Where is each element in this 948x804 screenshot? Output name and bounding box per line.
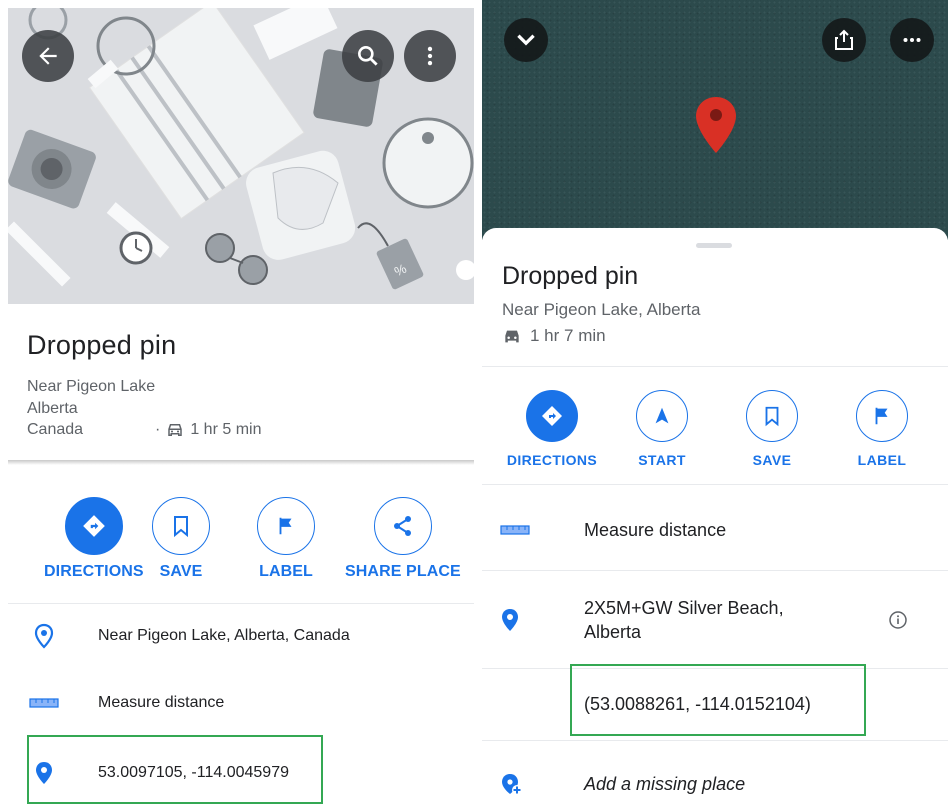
add-place-row-icon bbox=[482, 772, 584, 796]
back-button[interactable] bbox=[22, 30, 74, 82]
add-missing-place-text: Add a missing place bbox=[584, 774, 746, 794]
separator-dot: · bbox=[155, 421, 161, 438]
label-label: LABEL bbox=[259, 563, 313, 580]
save-circle bbox=[746, 390, 798, 442]
share-button[interactable] bbox=[822, 18, 866, 62]
place-title: Dropped pin bbox=[502, 262, 639, 290]
ruler-icon bbox=[29, 698, 59, 708]
add-place-icon bbox=[502, 774, 522, 795]
location-pin-icon bbox=[502, 609, 518, 631]
address-line-1: Near Pigeon Lake bbox=[27, 378, 156, 395]
save-button[interactable]: SAVE bbox=[717, 390, 827, 468]
address-row-text: Near Pigeon Lake, Alberta, Canada bbox=[98, 627, 350, 644]
share-upload-icon bbox=[835, 29, 853, 50]
plus-code-row[interactable]: 2X5M+GW Silver Beach, Alberta bbox=[482, 592, 948, 648]
measure-distance-row[interactable]: Measure distance bbox=[8, 673, 474, 733]
divider bbox=[8, 603, 474, 604]
more-options-button[interactable] bbox=[404, 30, 456, 82]
back-arrow-icon bbox=[39, 47, 57, 65]
bookmark-icon bbox=[765, 406, 779, 427]
plus-code-row-icon bbox=[482, 607, 584, 633]
right-place-panel: Dropped pin Near Pigeon Lake, Alberta 1 … bbox=[482, 0, 948, 804]
place-illustration: % bbox=[8, 8, 474, 304]
divider bbox=[482, 570, 948, 571]
place-title: Dropped pin bbox=[27, 330, 177, 360]
label-circle bbox=[257, 497, 315, 555]
search-button[interactable] bbox=[342, 30, 394, 82]
ruler-icon bbox=[500, 525, 530, 535]
add-missing-place-row[interactable]: Add a missing place bbox=[482, 764, 948, 804]
save-button[interactable]: SAVE bbox=[152, 497, 210, 581]
flag-icon bbox=[279, 517, 292, 535]
share-circle bbox=[373, 497, 432, 555]
save-label: SAVE bbox=[752, 452, 792, 468]
directions-circle bbox=[64, 497, 123, 555]
directions-label: DIRECTIONS bbox=[44, 563, 144, 580]
info-icon[interactable] bbox=[888, 610, 908, 630]
chevron-down-icon bbox=[517, 34, 535, 46]
divider bbox=[482, 366, 948, 367]
drive-time-text: 1 hr 7 min bbox=[530, 326, 606, 345]
measure-distance-text: Measure distance bbox=[584, 520, 727, 540]
share-place-button[interactable]: SHARE PLACE bbox=[345, 497, 461, 581]
start-button[interactable]: START bbox=[607, 390, 717, 468]
directions-icon bbox=[82, 515, 105, 537]
label-button[interactable]: LABEL bbox=[257, 497, 315, 581]
plus-code-text: 2X5M+GW Silver Beach, Alberta bbox=[584, 598, 784, 642]
coordinates-highlight-box bbox=[27, 735, 323, 804]
share-icon bbox=[393, 516, 411, 536]
label-circle bbox=[856, 390, 908, 442]
address-line-2: Alberta bbox=[27, 400, 78, 417]
drag-handle[interactable] bbox=[696, 243, 732, 248]
save-label: SAVE bbox=[159, 563, 203, 580]
location-outline-icon bbox=[34, 623, 54, 649]
divider bbox=[482, 740, 948, 741]
action-bar: DIRECTIONS SAVE LABEL SHARE PLACE bbox=[8, 497, 474, 597]
save-circle bbox=[152, 497, 210, 555]
directions-circle bbox=[526, 390, 578, 442]
car-icon bbox=[505, 330, 519, 342]
coordinates-highlight-box bbox=[570, 664, 866, 736]
address-line-3: Canada bbox=[27, 421, 84, 438]
directions-label: DIRECTIONS bbox=[506, 452, 598, 468]
drive-time: · 1 hr 5 min bbox=[155, 421, 261, 439]
share-place-label: SHARE PLACE bbox=[345, 563, 461, 580]
car-icon bbox=[168, 424, 183, 436]
flag-icon bbox=[875, 407, 888, 425]
start-circle bbox=[636, 390, 688, 442]
measure-row-icon bbox=[482, 524, 584, 536]
left-place-panel: % Dropped pin Near Pigeon Lake Alberta C… bbox=[0, 0, 474, 804]
bookmark-icon bbox=[174, 516, 188, 538]
address-row[interactable]: Near Pigeon Lake, Alberta, Canada bbox=[8, 606, 474, 666]
divider bbox=[482, 484, 948, 485]
start-label: START bbox=[638, 452, 686, 468]
directions-button[interactable]: DIRECTIONS bbox=[44, 497, 144, 581]
measure-distance-text: Measure distance bbox=[98, 694, 225, 711]
search-icon bbox=[358, 46, 378, 66]
measure-distance-row[interactable]: Measure distance bbox=[482, 506, 948, 554]
measure-row-icon bbox=[8, 697, 80, 709]
place-subtitle: Near Pigeon Lake, Alberta bbox=[502, 300, 701, 319]
directions-icon bbox=[542, 406, 562, 426]
satellite-map[interactable] bbox=[482, 0, 948, 240]
label-button[interactable]: LABEL bbox=[827, 390, 937, 468]
drive-time-text: 1 hr 5 min bbox=[190, 421, 262, 438]
more-horiz-icon bbox=[903, 38, 921, 42]
map-marker-icon bbox=[696, 97, 736, 153]
more-vert-icon bbox=[427, 46, 433, 66]
label-label: LABEL bbox=[857, 452, 907, 468]
directions-button[interactable]: DIRECTIONS bbox=[497, 390, 607, 468]
more-options-button[interactable] bbox=[890, 18, 934, 62]
address-row-icon bbox=[8, 623, 80, 649]
navigation-arrow-icon bbox=[655, 407, 669, 424]
section-shadow bbox=[8, 460, 474, 465]
drive-time: 1 hr 7 min bbox=[502, 326, 606, 346]
collapse-button[interactable] bbox=[504, 18, 548, 62]
